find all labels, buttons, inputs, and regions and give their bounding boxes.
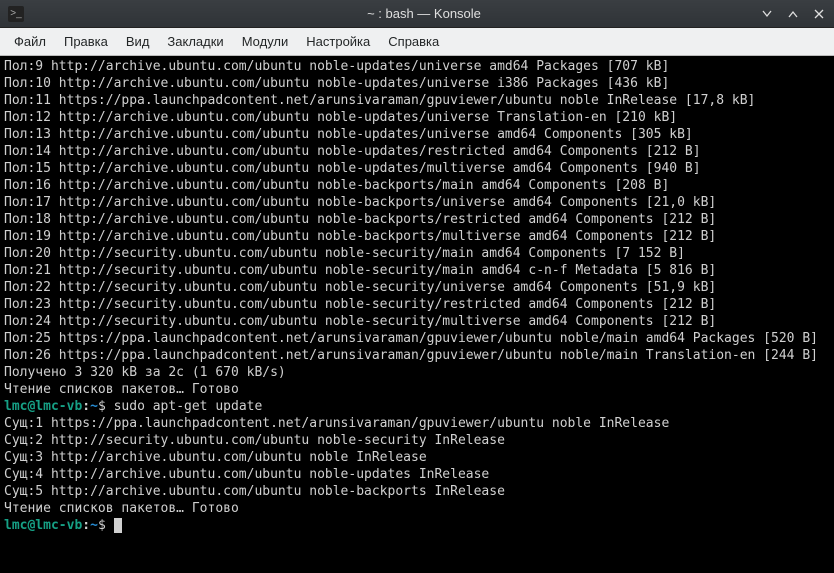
terminal-output-line: Пол:26 https://ppa.launchpadcontent.net/… — [4, 347, 830, 364]
terminal-output-line: Сущ:1 https://ppa.launchpadcontent.net/a… — [4, 415, 830, 432]
terminal-output-line: Пол:16 http://archive.ubuntu.com/ubuntu … — [4, 177, 830, 194]
menu-view[interactable]: Вид — [118, 30, 158, 53]
terminal-prompt-line: lmc@lmc-vb:~$ sudo apt-get update — [4, 398, 830, 415]
terminal-output-line: Сущ:4 http://archive.ubuntu.com/ubuntu n… — [4, 466, 830, 483]
menubar: Файл Правка Вид Закладки Модули Настройк… — [0, 28, 834, 56]
menu-edit[interactable]: Правка — [56, 30, 116, 53]
terminal-output-line: Пол:14 http://archive.ubuntu.com/ubuntu … — [4, 143, 830, 160]
titlebar: >_ ~ : bash — Konsole — [0, 0, 834, 28]
menu-bookmarks[interactable]: Закладки — [159, 30, 231, 53]
terminal-output-line: Сущ:5 http://archive.ubuntu.com/ubuntu n… — [4, 483, 830, 500]
terminal-output-line: Получено 3 320 kB за 2с (1 670 kB/s) — [4, 364, 830, 381]
menu-help[interactable]: Справка — [380, 30, 447, 53]
terminal-output-line: Пол:25 https://ppa.launchpadcontent.net/… — [4, 330, 830, 347]
terminal-output-line: Пол:24 http://security.ubuntu.com/ubuntu… — [4, 313, 830, 330]
terminal-output-line: Пол:20 http://security.ubuntu.com/ubuntu… — [4, 245, 830, 262]
terminal-area[interactable]: Пол:9 http://archive.ubuntu.com/ubuntu n… — [0, 56, 834, 573]
terminal-output-line: Сущ:3 http://archive.ubuntu.com/ubuntu n… — [4, 449, 830, 466]
window-title: ~ : bash — Konsole — [88, 6, 760, 21]
terminal-cursor — [114, 518, 122, 533]
terminal-output-line: Пол:23 http://security.ubuntu.com/ubuntu… — [4, 296, 830, 313]
menu-file[interactable]: Файл — [6, 30, 54, 53]
minimize-icon[interactable] — [760, 7, 774, 21]
terminal-output-line: Пол:11 https://ppa.launchpadcontent.net/… — [4, 92, 830, 109]
terminal-output-line: Пол:21 http://security.ubuntu.com/ubuntu… — [4, 262, 830, 279]
maximize-icon[interactable] — [786, 7, 800, 21]
terminal-output-line: Чтение списков пакетов… Готово — [4, 500, 830, 517]
terminal-output-line: Пол:12 http://archive.ubuntu.com/ubuntu … — [4, 109, 830, 126]
menu-plugins[interactable]: Модули — [234, 30, 297, 53]
terminal-output-line: Пол:13 http://archive.ubuntu.com/ubuntu … — [4, 126, 830, 143]
terminal-output-line: Пол:10 http://archive.ubuntu.com/ubuntu … — [4, 75, 830, 92]
terminal-output-line: Пол:19 http://archive.ubuntu.com/ubuntu … — [4, 228, 830, 245]
terminal-output-line: Пол:9 http://archive.ubuntu.com/ubuntu n… — [4, 58, 830, 75]
terminal-output-line: Пол:18 http://archive.ubuntu.com/ubuntu … — [4, 211, 830, 228]
terminal-prompt-line: lmc@lmc-vb:~$ — [4, 517, 830, 534]
terminal-output-line: Пол:15 http://archive.ubuntu.com/ubuntu … — [4, 160, 830, 177]
terminal-output-line: Сущ:2 http://security.ubuntu.com/ubuntu … — [4, 432, 830, 449]
terminal-output-line: Пол:17 http://archive.ubuntu.com/ubuntu … — [4, 194, 830, 211]
terminal-output-line: Пол:22 http://security.ubuntu.com/ubuntu… — [4, 279, 830, 296]
app-icon: >_ — [8, 6, 24, 22]
terminal-output-line: Чтение списков пакетов… Готово — [4, 381, 830, 398]
close-icon[interactable] — [812, 7, 826, 21]
menu-settings[interactable]: Настройка — [298, 30, 378, 53]
